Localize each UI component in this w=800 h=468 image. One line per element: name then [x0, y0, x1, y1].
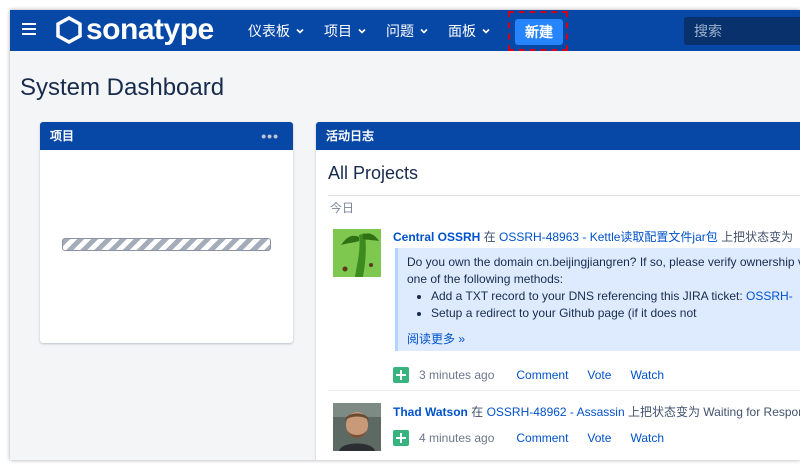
watch-link[interactable]: Watch — [630, 368, 664, 382]
person-avatar-image — [333, 403, 381, 451]
chevron-down-icon — [420, 28, 428, 34]
nav-boards[interactable]: 面板 — [448, 10, 490, 51]
vote-link[interactable]: Vote — [587, 368, 611, 382]
entry-connector: 在 — [467, 405, 487, 419]
quote-bullet-list: Add a TXT record to your DNS referencing… — [431, 288, 800, 322]
activity-gadget-header: 活动日志 — [316, 122, 800, 150]
stream-title: All Projects — [328, 163, 419, 183]
chevron-down-icon — [358, 28, 366, 34]
entry-issue-link[interactable]: OSSRH-48962 - Assassin — [487, 405, 625, 419]
nav-projects[interactable]: 项目 — [324, 10, 366, 51]
projects-gadget: 项目 ••• — [40, 122, 293, 343]
entry-connector: 在 — [480, 230, 500, 244]
create-button-highlight: 新建 — [508, 11, 568, 51]
sonatype-hexagon-icon — [56, 16, 82, 44]
avatar-thad-watson[interactable] — [333, 403, 381, 451]
activity-gadget-title: 活动日志 — [326, 129, 375, 143]
entry-timestamp: 3 minutes ago — [419, 368, 495, 382]
nav-projects-label: 项目 — [324, 22, 352, 39]
page-title: System Dashboard — [20, 74, 225, 101]
entry-action-text: 上把状态变为 Waiting for Response — [624, 405, 800, 419]
quote-bullet: Add a TXT record to your DNS referencing… — [431, 288, 800, 305]
more-options-icon[interactable]: ••• — [261, 122, 279, 150]
entry-quote-block: Do you own the domain cn.beijingjiangren… — [395, 248, 800, 351]
nav-issues-label: 问题 — [386, 22, 414, 39]
entry-timestamp: 4 minutes ago — [419, 431, 495, 445]
comment-link[interactable]: Comment — [516, 431, 568, 445]
nav-boards-label: 面板 — [448, 22, 476, 39]
menu-icon[interactable] — [22, 23, 36, 37]
separator — [328, 195, 800, 196]
entry-1-actions: 3 minutes ago Comment Vote Watch — [393, 367, 683, 383]
tree-avatar-image — [333, 229, 381, 277]
quote-bullet-text: Setup a redirect to your Github page (if… — [431, 306, 697, 320]
day-label: 今日 — [330, 201, 355, 215]
entry-action-text: 上把状态变为 — [717, 230, 794, 244]
activity-entry-1-line: Central OSSRH 在 OSSRH-48963 - Kettle读取配置… — [393, 228, 793, 245]
projects-gadget-header: 项目 ••• — [40, 122, 293, 150]
loading-progress-bar — [62, 238, 271, 251]
app-window: sonatype 仪表板 项目 问题 面板 新建 搜索 System Dashb… — [10, 10, 800, 460]
read-more-link[interactable]: 阅读更多 » — [407, 331, 800, 348]
activity-entry-2-line: Thad Watson 在 OSSRH-48962 - Assassin 上把状… — [393, 403, 800, 420]
chevron-down-icon — [296, 28, 304, 34]
quote-bullet: Setup a redirect to your Github page (if… — [431, 305, 800, 322]
comment-link[interactable]: Comment — [516, 368, 568, 382]
top-navigation-bar: sonatype 仪表板 项目 问题 面板 新建 搜索 — [10, 10, 800, 51]
quote-bullet-text: Add a TXT record to your DNS referencing… — [431, 289, 747, 303]
quote-text: Do you own the domain cn.beijingjiangren… — [407, 255, 800, 286]
entry-actor-link[interactable]: Thad Watson — [393, 405, 468, 419]
nav-dashboards-label: 仪表板 — [248, 22, 290, 39]
vote-link[interactable]: Vote — [587, 431, 611, 445]
sonatype-logo[interactable]: sonatype — [56, 13, 214, 47]
watch-link[interactable]: Watch — [630, 431, 664, 445]
avatar-central-ossrh[interactable] — [333, 229, 381, 277]
nav-dashboards[interactable]: 仪表板 — [248, 10, 304, 51]
add-icon[interactable] — [393, 367, 409, 383]
quote-bullet-link[interactable]: OSSRH- — [746, 289, 793, 303]
search-input[interactable]: 搜索 — [684, 17, 800, 45]
logo-text: sonatype — [86, 13, 214, 46]
entry-2-actions: 4 minutes ago Comment Vote Watch — [393, 430, 683, 446]
entry-divider — [328, 390, 800, 391]
create-button[interactable]: 新建 — [515, 19, 563, 45]
chevron-down-icon — [482, 28, 490, 34]
entry-actor-link[interactable]: Central OSSRH — [393, 230, 480, 244]
entry-issue-link[interactable]: OSSRH-48963 - Kettle读取配置文件jar包 — [499, 230, 718, 244]
add-icon[interactable] — [393, 430, 409, 446]
projects-gadget-title: 项目 — [50, 129, 75, 143]
nav-issues[interactable]: 问题 — [386, 10, 428, 51]
